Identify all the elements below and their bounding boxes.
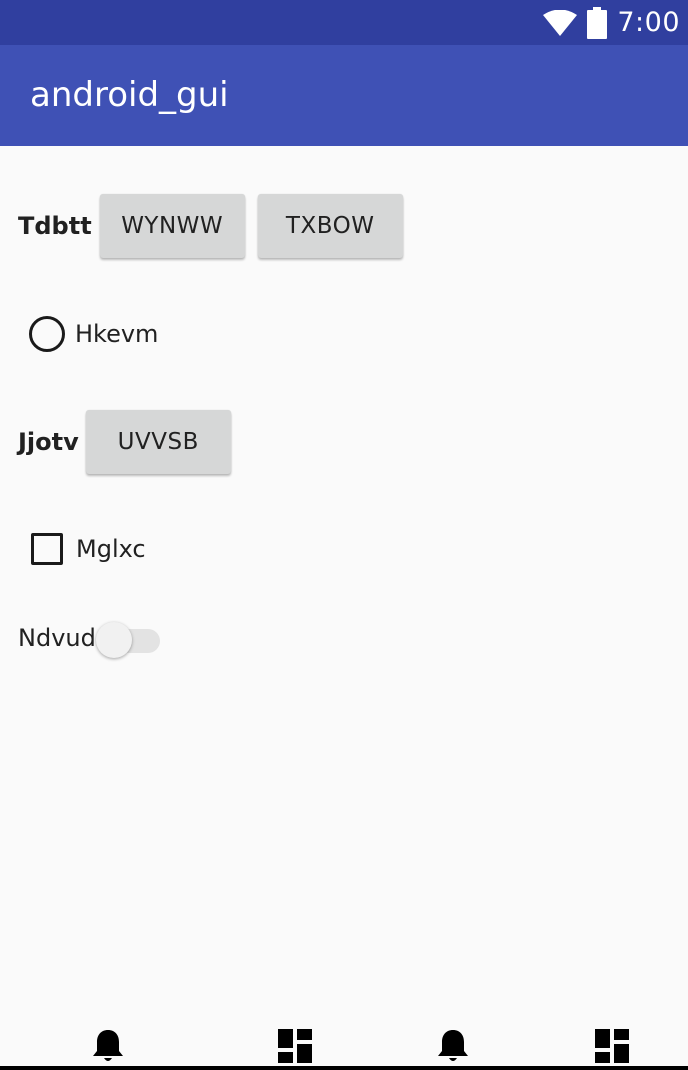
row3-label: Jjotv [18,428,79,456]
bell-icon [437,1028,469,1064]
status-time: 7:00 [617,7,680,38]
checkbox-label: Mglxc [76,535,146,563]
radio-label: Hkevm [75,320,159,348]
switch-label: Ndvud [18,624,96,652]
wifi-icon [543,9,578,36]
uvvsb-button[interactable]: UVVSB [85,410,231,474]
checkbox[interactable] [31,533,63,565]
nav-item-3[interactable] [433,1026,473,1066]
nav-bar-divider [0,1066,688,1070]
status-icons: 7:00 [543,0,680,45]
switch-row[interactable]: Ndvud [18,618,160,658]
dashboard-icon [278,1029,312,1063]
nav-item-2[interactable] [275,1026,315,1066]
switch-thumb[interactable] [95,622,132,658]
content-area: Tdbtt WYNWW TXBOW Hkevm Jjotv UVVSB Mglx… [0,146,688,1026]
app-bar: android_gui [0,45,688,146]
bottom-navigation [0,1026,688,1070]
dashboard-icon [595,1029,629,1063]
nav-item-1[interactable] [88,1026,128,1066]
checkbox-row[interactable]: Mglxc [31,532,146,566]
radio-row[interactable]: Hkevm [29,314,158,354]
battery-icon [587,6,608,39]
row1-label: Tdbtt [18,212,92,240]
app-title: android_gui [30,75,229,115]
toggle-switch[interactable] [95,618,160,658]
radio-button[interactable] [29,316,65,352]
bell-icon [92,1028,124,1064]
txbow-button[interactable]: TXBOW [257,194,403,258]
status-bar: 7:00 [0,0,688,45]
wynww-button[interactable]: WYNWW [99,194,245,258]
button-row-2: Jjotv UVVSB [18,409,231,475]
nav-item-4[interactable] [592,1026,632,1066]
button-row-1: Tdbtt WYNWW TXBOW [18,193,403,259]
